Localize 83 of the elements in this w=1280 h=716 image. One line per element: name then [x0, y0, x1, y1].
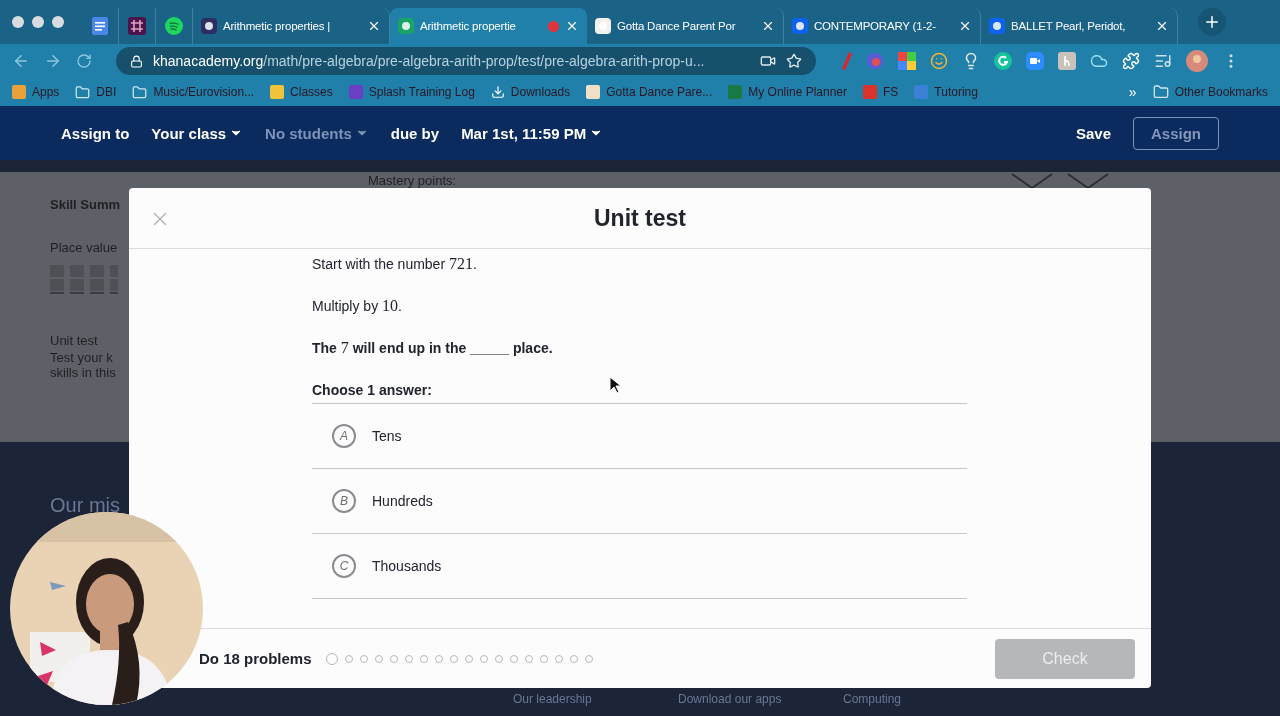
unit-test-description: Test your k skills in this [50, 350, 116, 380]
lock-icon [130, 54, 143, 68]
bookmark-item[interactable]: Splash Training Log [348, 85, 475, 99]
close-icon[interactable] [565, 19, 579, 33]
marker-icon[interactable] [842, 52, 852, 70]
skill-name: Place value [50, 240, 118, 255]
site-icon [989, 18, 1005, 34]
bookmark-item[interactable]: Gotta Dance Pare... [586, 85, 713, 99]
close-window-button[interactable] [12, 16, 24, 28]
media-control-icon[interactable] [1154, 52, 1172, 70]
back-icon[interactable] [12, 52, 30, 70]
video-call-icon[interactable] [1026, 52, 1044, 70]
folder-icon [1152, 84, 1169, 100]
save-button[interactable]: Save [1075, 124, 1111, 142]
close-icon[interactable] [761, 19, 775, 33]
bookmark-item[interactable]: Downloads [490, 85, 571, 99]
plus-icon [1203, 13, 1221, 31]
section-title: Skill Summ [50, 197, 121, 212]
answer-choice[interactable]: A Tens [312, 404, 967, 469]
question-text: Multiply by 10. [312, 296, 402, 316]
dropdown[interactable]: Your class [151, 124, 244, 142]
tile-icon[interactable] [1058, 52, 1076, 70]
footer-link[interactable]: Download our apps [678, 692, 843, 706]
assign-label: Assign to [61, 124, 130, 142]
bookmark-item[interactable]: Tutoring [914, 85, 978, 99]
task-label: Do 18 problems [199, 650, 312, 667]
site-icon [595, 18, 611, 34]
bookmark-item[interactable]: Classes [270, 85, 333, 99]
question-text: Start with the number 721. [312, 254, 477, 274]
music-stream-icon[interactable] [165, 17, 183, 35]
dropdown[interactable]: Mar 1st, 11:59 PM [461, 124, 604, 142]
answer-choice[interactable]: C Thousands [312, 534, 967, 599]
bookmark-item[interactable]: Music/Eurovision... [132, 84, 255, 100]
document-icon[interactable] [92, 17, 108, 35]
due-label: due by [390, 124, 440, 142]
forward-icon[interactable] [44, 52, 62, 70]
avatar-icon[interactable] [1186, 50, 1208, 72]
site-icon [12, 85, 26, 99]
site-icon [201, 18, 217, 34]
site-icon [398, 18, 414, 34]
bookmark-folder[interactable]: Other Bookmarks [1152, 84, 1268, 100]
close-icon[interactable] [1155, 19, 1169, 33]
hash-icon[interactable] [128, 17, 146, 35]
zoom-window-button[interactable] [52, 16, 64, 28]
more-bookmarks-button[interactable]: » [1128, 84, 1137, 100]
site-icon [270, 85, 285, 99]
address-field[interactable]: khanacademy.org/math/pre-algebra/pre-algebra-arith-prop/test/pre-algebra-arith-prop-u... [116, 47, 816, 75]
site-icon [914, 85, 929, 99]
bookmark-item[interactable]: My Online Planner [728, 85, 847, 99]
question-text: The 7 will end up in the _____ place. [312, 338, 553, 358]
bookmark-item[interactable]: Apps [12, 85, 60, 99]
camera-icon[interactable] [760, 53, 776, 69]
minimize-window-button[interactable] [32, 16, 44, 28]
site-icon [728, 85, 743, 99]
site-icon [348, 85, 363, 99]
footer-heading: Our mis [50, 494, 120, 517]
site-icon [863, 85, 877, 99]
folder-icon [75, 84, 91, 100]
answer-choice[interactable]: B Hundreds [312, 469, 967, 534]
smiley-icon[interactable] [930, 52, 948, 70]
bookmark-item[interactable]: DBI [75, 84, 117, 100]
cloud-icon[interactable] [1090, 52, 1108, 70]
close-icon[interactable] [367, 19, 381, 33]
download-icon [490, 85, 505, 99]
unit-test-title: Unit test [50, 333, 98, 348]
dialog-title: Unit test [594, 204, 686, 232]
reload-icon[interactable] [76, 53, 92, 69]
progress-bars-icon [50, 265, 118, 295]
bookmark-item[interactable]: FS [863, 85, 899, 99]
cursor-icon [609, 376, 621, 394]
footer-link[interactable]: Our leadership [513, 692, 678, 706]
folder-icon [132, 84, 148, 100]
browser-tab[interactable]: Arithmetic propertie [390, 8, 587, 44]
extensions-icon[interactable] [1122, 52, 1140, 70]
bookmark-star-icon[interactable] [786, 53, 802, 69]
mastery-label: Mastery points: [368, 173, 457, 188]
new-tab-button[interactable] [1198, 8, 1226, 36]
rainbow-tile-icon[interactable] [898, 52, 916, 70]
footer-link[interactable]: Computing [843, 692, 1008, 706]
question-text: Choose 1 answer: [312, 381, 432, 400]
site-icon [792, 18, 808, 34]
site-icon [586, 85, 601, 99]
close-icon[interactable] [958, 19, 972, 33]
